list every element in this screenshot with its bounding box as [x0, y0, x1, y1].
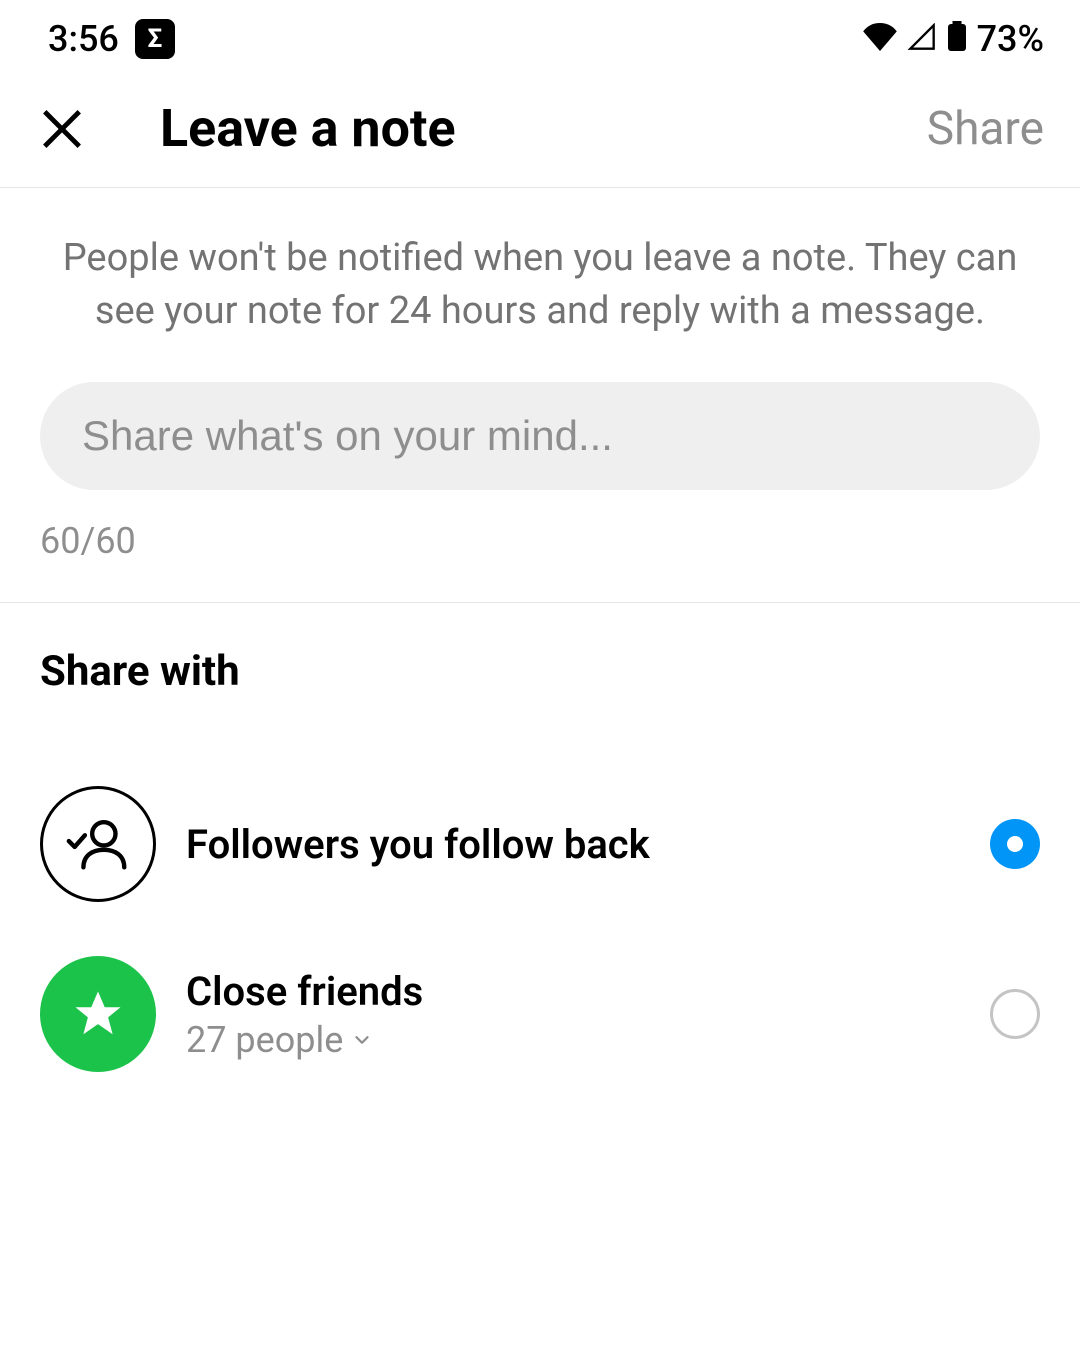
share-section: Share with Followers you follow back [0, 603, 1080, 1086]
sigma-app-icon: Σ [135, 19, 175, 59]
close-friends-icon [40, 956, 156, 1072]
battery-percent: 73% [977, 18, 1044, 60]
share-button[interactable]: Share [927, 102, 1044, 156]
close-button[interactable] [36, 103, 88, 155]
info-text: People won't be notified when you leave … [0, 188, 1080, 338]
page-title: Leave a note [160, 98, 927, 159]
close-icon [39, 106, 85, 152]
share-with-title: Share with [40, 647, 1040, 696]
status-bar: 3:56 Σ 73% [0, 0, 1080, 70]
radio-unselected[interactable] [990, 989, 1040, 1039]
option-label: Close friends [186, 968, 990, 1015]
note-input-container [40, 382, 1040, 490]
followers-icon [40, 786, 156, 902]
option-text: Followers you follow back [186, 821, 990, 868]
header: Leave a note Share [0, 70, 1080, 188]
radio-selected[interactable] [990, 819, 1040, 869]
character-count: 60/60 [0, 490, 1080, 602]
note-input[interactable] [40, 382, 1040, 490]
share-options: Followers you follow back Close friends … [40, 772, 1040, 1086]
option-text: Close friends 27 people [186, 968, 990, 1061]
battery-icon [947, 18, 967, 60]
chevron-down-icon [351, 1029, 373, 1051]
share-option-followers[interactable]: Followers you follow back [40, 772, 1040, 916]
option-sublabel[interactable]: 27 people [186, 1019, 990, 1061]
wifi-icon [863, 18, 897, 60]
option-label: Followers you follow back [186, 821, 990, 868]
status-time: 3:56 [48, 18, 119, 60]
share-option-close-friends[interactable]: Close friends 27 people [40, 942, 1040, 1086]
signal-icon [907, 18, 937, 60]
status-left: 3:56 Σ [48, 18, 175, 60]
status-right: 73% [863, 18, 1044, 60]
